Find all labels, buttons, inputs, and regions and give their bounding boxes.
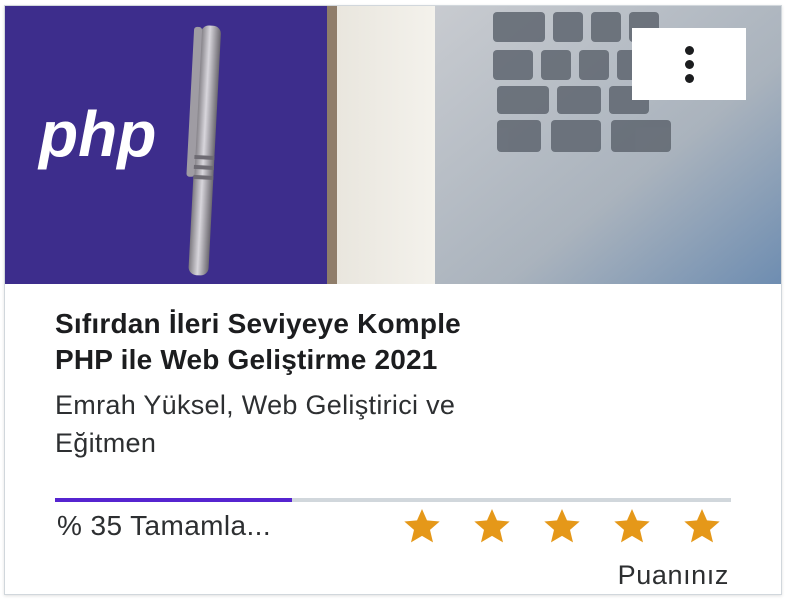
- status-row: % 35 Tamamla...: [55, 506, 735, 546]
- more-options-button[interactable]: [632, 28, 746, 100]
- more-vertical-icon-dot: [684, 59, 694, 69]
- rating-stars[interactable]: [393, 506, 731, 546]
- star-icon[interactable]: [463, 506, 521, 546]
- course-title-line1: Sıfırdan İleri Seviyeye Komple: [55, 308, 461, 339]
- star-icon[interactable]: [603, 506, 661, 546]
- course-title-line2: PHP ile Web Geliştirme 2021: [55, 344, 438, 375]
- star-icon[interactable]: [673, 506, 731, 546]
- course-card[interactable]: php Sıfırdan İleri Seviyeye Komple PHP i…: [4, 5, 782, 595]
- course-title[interactable]: Sıfırdan İleri Seviyeye Komple PHP ile W…: [55, 306, 735, 378]
- instructor-line1: Emrah Yüksel, Web Geliştirici ve: [55, 390, 456, 420]
- progress-bar: [55, 498, 731, 502]
- course-info: Sıfırdan İleri Seviyeye Komple PHP ile W…: [55, 306, 735, 462]
- progress-label: % 35 Tamamla...: [57, 510, 272, 541]
- progress-bar-fill: [55, 498, 292, 502]
- course-thumbnail[interactable]: php: [5, 6, 781, 284]
- instructor-line2: Eğitmen: [55, 428, 157, 458]
- thumbnail-logo-text: php: [37, 98, 156, 170]
- more-vertical-icon-dot: [684, 45, 694, 55]
- star-icon[interactable]: [533, 506, 591, 546]
- star-icon[interactable]: [393, 506, 451, 546]
- instructor-name: Emrah Yüksel, Web Geliştirici ve Eğitmen: [55, 386, 735, 462]
- rate-label[interactable]: Puanınız: [618, 558, 729, 592]
- more-vertical-icon-dot: [684, 73, 694, 83]
